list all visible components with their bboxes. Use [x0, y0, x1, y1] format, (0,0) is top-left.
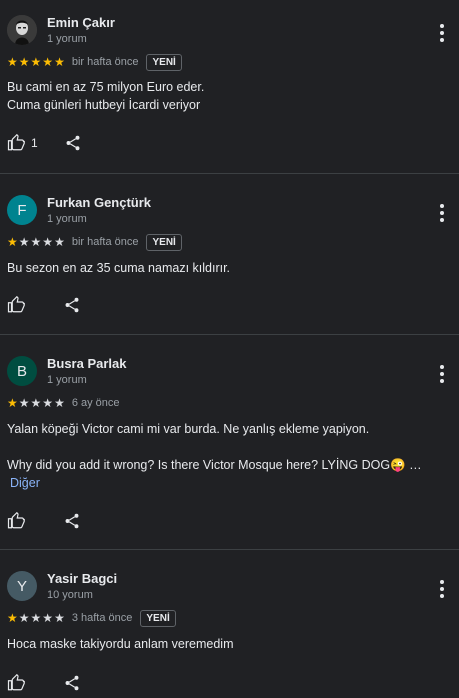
star-icon: ★: [42, 396, 54, 410]
review-text-line: Bu cami en az 75 milyon Euro eder.: [7, 80, 205, 94]
review-date: bir hafta önce: [71, 56, 139, 68]
share-icon: [66, 135, 80, 151]
star-rating: ★ ★ ★ ★ ★: [7, 56, 65, 68]
like-button[interactable]: [7, 296, 25, 314]
like-button[interactable]: 1: [7, 134, 38, 152]
reviewer-name[interactable]: Yasir Bagci: [47, 571, 117, 586]
read-more-link[interactable]: Diğer: [10, 476, 40, 490]
reviewer-name[interactable]: Emin Çakır: [47, 15, 115, 30]
star-icon: ★: [54, 611, 65, 625]
star-icon: ★: [42, 235, 54, 249]
review-text: Yalan köpeği Victor cami mi var burda. N…: [7, 420, 449, 492]
review-card: Y Yasir Bagci 10 yorum ★ ★ ★ ★ ★ 3 hafta…: [0, 550, 459, 698]
rating-row: ★ ★ ★ ★ ★ 3 hafta önce YENİ: [7, 609, 176, 627]
share-icon: [65, 675, 79, 691]
star-icon: ★: [7, 611, 18, 625]
avatar[interactable]: F: [7, 195, 37, 225]
review-card: F Furkan Gençtürk 1 yorum ★ ★ ★ ★ ★ bir …: [0, 174, 459, 335]
avatar-letter: F: [17, 201, 27, 219]
thumbs-up-icon: [7, 134, 25, 151]
more-options-icon[interactable]: [439, 580, 445, 598]
like-button[interactable]: [7, 512, 25, 530]
thumbs-up-icon: [7, 674, 25, 691]
review-text-line: Cuma günleri hutbeyi İcardi veriyor: [7, 98, 201, 112]
thumbs-up-icon: [7, 512, 25, 529]
star-icon: ★: [30, 235, 42, 249]
review-date: 3 hafta önce: [71, 612, 133, 624]
avatar-letter: Y: [16, 577, 27, 595]
star-icon: ★: [7, 396, 18, 410]
new-badge: YENİ: [146, 53, 182, 71]
more-options-icon[interactable]: [439, 365, 445, 383]
review-text: Bu cami en az 75 milyon Euro eder. Cuma …: [7, 78, 449, 114]
share-button[interactable]: [63, 296, 81, 314]
star-icon: ★: [54, 396, 65, 410]
review-text: Hoca maske takiyordu anlam veremedim: [7, 635, 449, 653]
share-button[interactable]: [63, 512, 81, 530]
more-options-icon[interactable]: [439, 24, 445, 42]
star-rating: ★ ★ ★ ★ ★: [7, 612, 65, 624]
star-icon: ★: [30, 611, 42, 625]
rating-row: ★ ★ ★ ★ ★ bir hafta önce YENİ: [7, 233, 182, 251]
share-icon: [65, 513, 79, 529]
review-text-line: Yalan köpeği Victor cami mi var burda. N…: [7, 422, 370, 436]
review-actions: [7, 674, 81, 692]
star-icon: ★: [18, 396, 30, 410]
star-rating: ★ ★ ★ ★ ★: [7, 236, 65, 248]
star-icon: ★: [18, 55, 30, 69]
star-icon: ★: [54, 235, 65, 249]
new-badge: YENİ: [140, 609, 176, 627]
review-text-translation: Why did you add it wrong? Is there Victo…: [7, 458, 422, 472]
review-date: bir hafta önce: [71, 236, 139, 248]
share-button[interactable]: [64, 134, 82, 152]
new-badge: YENİ: [146, 233, 182, 251]
star-icon: ★: [7, 55, 18, 69]
review-card: Emin Çakır 1 yorum ★ ★ ★ ★ ★ bir hafta ö…: [0, 0, 459, 174]
review-count: 1 yorum: [47, 213, 87, 225]
review-actions: [7, 512, 81, 530]
review-count: 10 yorum: [47, 589, 93, 601]
avatar-letter: B: [16, 362, 27, 380]
like-count: 1: [31, 136, 38, 150]
star-icon: ★: [18, 235, 30, 249]
avatar[interactable]: [7, 15, 37, 45]
review-count: 1 yorum: [47, 33, 87, 45]
star-icon: ★: [42, 611, 54, 625]
share-icon: [65, 297, 79, 313]
review-text: Bu sezon en az 35 cuma namazı kıldırır.: [7, 259, 449, 277]
star-icon: ★: [7, 235, 18, 249]
avatar[interactable]: B: [7, 356, 37, 386]
review-text-line: Hoca maske takiyordu anlam veremedim: [7, 637, 234, 651]
like-button[interactable]: [7, 674, 25, 692]
review-text-line: Bu sezon en az 35 cuma namazı kıldırır.: [7, 261, 231, 275]
more-options-icon[interactable]: [439, 204, 445, 222]
avatar-photo: [7, 15, 37, 45]
review-card: B Busra Parlak 1 yorum ★ ★ ★ ★ ★ 6 ay ön…: [0, 335, 459, 550]
star-icon: ★: [42, 55, 54, 69]
reviewer-name[interactable]: Furkan Gençtürk: [47, 195, 151, 210]
star-icon: ★: [54, 55, 65, 69]
thumbs-up-icon: [7, 296, 25, 313]
star-icon: ★: [30, 55, 42, 69]
review-count: 1 yorum: [47, 374, 87, 386]
star-rating: ★ ★ ★ ★ ★: [7, 397, 65, 409]
star-icon: ★: [30, 396, 42, 410]
rating-row: ★ ★ ★ ★ ★ 6 ay önce: [7, 394, 120, 412]
review-actions: [7, 296, 81, 314]
review-date: 6 ay önce: [71, 397, 120, 409]
share-button[interactable]: [63, 674, 81, 692]
reviewer-name[interactable]: Busra Parlak: [47, 356, 127, 371]
review-actions: 1: [7, 134, 82, 152]
star-icon: ★: [18, 611, 30, 625]
avatar[interactable]: Y: [7, 571, 37, 601]
rating-row: ★ ★ ★ ★ ★ bir hafta önce YENİ: [7, 53, 182, 71]
